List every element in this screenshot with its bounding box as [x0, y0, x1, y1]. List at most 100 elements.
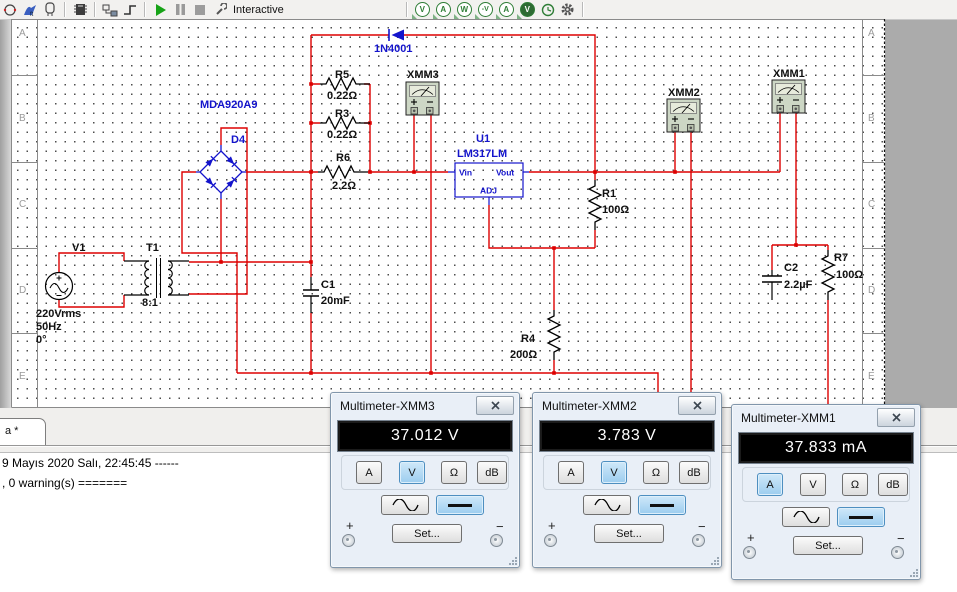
negative-terminal[interactable] — [490, 534, 503, 547]
component-u1-lm317[interactable]: Vin Vout ADJ U1 LM317LM — [448, 133, 529, 205]
multimeter-xmm3-window[interactable]: Multimeter-XMM3 37.012 V A V Ω dB + Set.… — [330, 392, 520, 568]
mode-volt-button[interactable]: V — [800, 473, 826, 496]
component-c2[interactable]: C2 2.2µF — [762, 262, 813, 300]
dc-coupling-button[interactable] — [436, 495, 484, 515]
dc-coupling-button[interactable] — [638, 495, 686, 515]
pause-simulation-icon[interactable] — [172, 2, 188, 18]
component-1n4001-diode[interactable]: 1N4001 — [374, 29, 413, 55]
transistor-icon[interactable]: ft — [22, 2, 38, 18]
mode-ohm-button[interactable]: Ω — [842, 473, 868, 496]
current-probe-icon[interactable]: A — [436, 2, 451, 17]
periodic-probe-icon[interactable] — [540, 2, 556, 18]
u1-pin-vin: Vin — [459, 168, 472, 178]
ac-coupling-button[interactable] — [583, 495, 631, 515]
voltage-reference-probe-icon[interactable]: V — [520, 2, 535, 17]
component-t1-transformer[interactable]: T1 8:1 — [124, 242, 189, 309]
positive-terminal[interactable] — [743, 546, 756, 559]
mode-db-button[interactable]: dB — [878, 473, 908, 496]
u1-part-label: LM317LM — [457, 148, 507, 160]
toolbar-separator — [582, 2, 584, 17]
window-title: Multimeter-XMM1 — [741, 411, 836, 425]
mode-ampere-button[interactable]: A — [558, 461, 584, 484]
close-button[interactable] — [877, 408, 915, 427]
mode-ohm-button[interactable]: Ω — [643, 461, 669, 484]
component-d4-bridge-rectifier[interactable]: MDA920A9 D4 — [196, 99, 257, 199]
sheet-row-d: D — [19, 285, 26, 296]
ac-coupling-button[interactable] — [782, 507, 830, 527]
component-v1-ac-source[interactable]: V1 220Vrms 50Hz 0° — [36, 242, 85, 346]
component-r5[interactable]: R5 0.22Ω — [320, 69, 370, 102]
mode-db-button[interactable]: dB — [477, 461, 507, 484]
stop-simulation-icon[interactable] — [192, 2, 208, 18]
toolbar-separator — [406, 2, 408, 17]
toolbar-separator — [64, 2, 66, 17]
ladder-step-icon[interactable] — [122, 2, 138, 18]
svg-text:E: E — [868, 371, 875, 382]
mode-volt-button[interactable]: V — [601, 461, 627, 484]
multimeter-xmm2-window[interactable]: Multimeter-XMM2 3.783 V A V Ω dB + Set..… — [532, 392, 722, 568]
dc-bar-icon — [650, 504, 674, 507]
r7-ref: R7 — [834, 252, 848, 264]
instrument-xmm1-icon[interactable]: XMM1 — [772, 68, 805, 113]
component-r3[interactable]: R3 0.22Ω — [320, 108, 370, 141]
dc-coupling-button[interactable] — [837, 507, 885, 527]
component-r7[interactable]: R7 100Ω — [822, 250, 863, 300]
negative-terminal[interactable] — [692, 534, 705, 547]
meter-display: 3.783 V — [539, 420, 715, 452]
voltage-current-probe-icon[interactable]: A — [499, 2, 514, 17]
mode-volt-button[interactable]: V — [399, 461, 425, 484]
positive-terminal[interactable] — [544, 534, 557, 547]
voltage-probe-icon[interactable]: V — [415, 2, 430, 17]
wires[interactable] — [59, 35, 828, 404]
u1-pin-vout: Vout — [496, 168, 514, 178]
svg-text:A: A — [868, 28, 875, 39]
component-r1[interactable]: R1 100Ω — [589, 180, 629, 230]
document-tab[interactable]: a * — [0, 418, 46, 446]
instrument-xmm3-icon[interactable]: XMM3 — [406, 69, 439, 115]
resize-grip[interactable] — [909, 568, 918, 577]
multimeter-xmm1-window[interactable]: Multimeter-XMM1 37.833 mA A V Ω dB + Set… — [731, 404, 921, 580]
close-button[interactable] — [678, 396, 716, 415]
positive-terminal-label: + — [346, 518, 354, 533]
resize-grip[interactable] — [710, 556, 719, 565]
window-title: Multimeter-XMM2 — [542, 399, 637, 413]
r4-value: 200Ω — [510, 349, 537, 361]
u1-pin-adj: ADJ — [480, 186, 497, 196]
machine-icon[interactable] — [2, 2, 18, 18]
mode-ampere-button[interactable]: A — [356, 461, 382, 484]
ic-chip-icon[interactable] — [72, 2, 88, 18]
svg-text:D: D — [868, 285, 875, 296]
r3-ref: R3 — [335, 108, 349, 120]
close-button[interactable] — [476, 396, 514, 415]
toolbar: ft Interactive V A W -V A V — [0, 0, 957, 20]
instrument-xmm2-icon[interactable]: XMM2 — [667, 87, 700, 132]
set-button[interactable]: Set... — [392, 524, 462, 543]
svg-text:B: B — [868, 113, 875, 124]
resize-grip[interactable] — [508, 556, 517, 565]
meter-display: 37.833 mA — [738, 432, 914, 464]
meter-display: 37.012 V — [337, 420, 513, 452]
positive-terminal[interactable] — [342, 534, 355, 547]
sheet-row-b: B — [19, 113, 26, 124]
window-title: Multimeter-XMM3 — [340, 399, 435, 413]
r5-value: 0.22Ω — [327, 90, 357, 102]
tube-icon[interactable] — [42, 2, 58, 18]
probe-settings-gear-icon[interactable] — [560, 2, 576, 18]
set-button[interactable]: Set... — [594, 524, 664, 543]
component-r6[interactable]: R6 2.2Ω — [318, 152, 368, 192]
mode-db-button[interactable]: dB — [679, 461, 709, 484]
set-button[interactable]: Set... — [793, 536, 863, 555]
component-c1[interactable]: C1 20mF — [303, 277, 350, 313]
mode-ohm-button[interactable]: Ω — [441, 461, 467, 484]
toolbar-separator — [144, 2, 146, 17]
ac-coupling-button[interactable] — [381, 495, 429, 515]
mode-ampere-button[interactable]: A — [757, 473, 783, 496]
differential-voltage-probe-icon[interactable]: -V — [478, 2, 493, 17]
run-simulation-icon[interactable] — [152, 2, 168, 18]
sheet-row-e: E — [19, 371, 26, 382]
negative-terminal[interactable] — [891, 546, 904, 559]
component-r4[interactable]: R4 200Ω — [510, 310, 560, 361]
power-probe-icon[interactable]: W — [457, 2, 472, 17]
r5-ref: R5 — [335, 69, 349, 81]
hierarchy-icon[interactable] — [102, 2, 118, 18]
